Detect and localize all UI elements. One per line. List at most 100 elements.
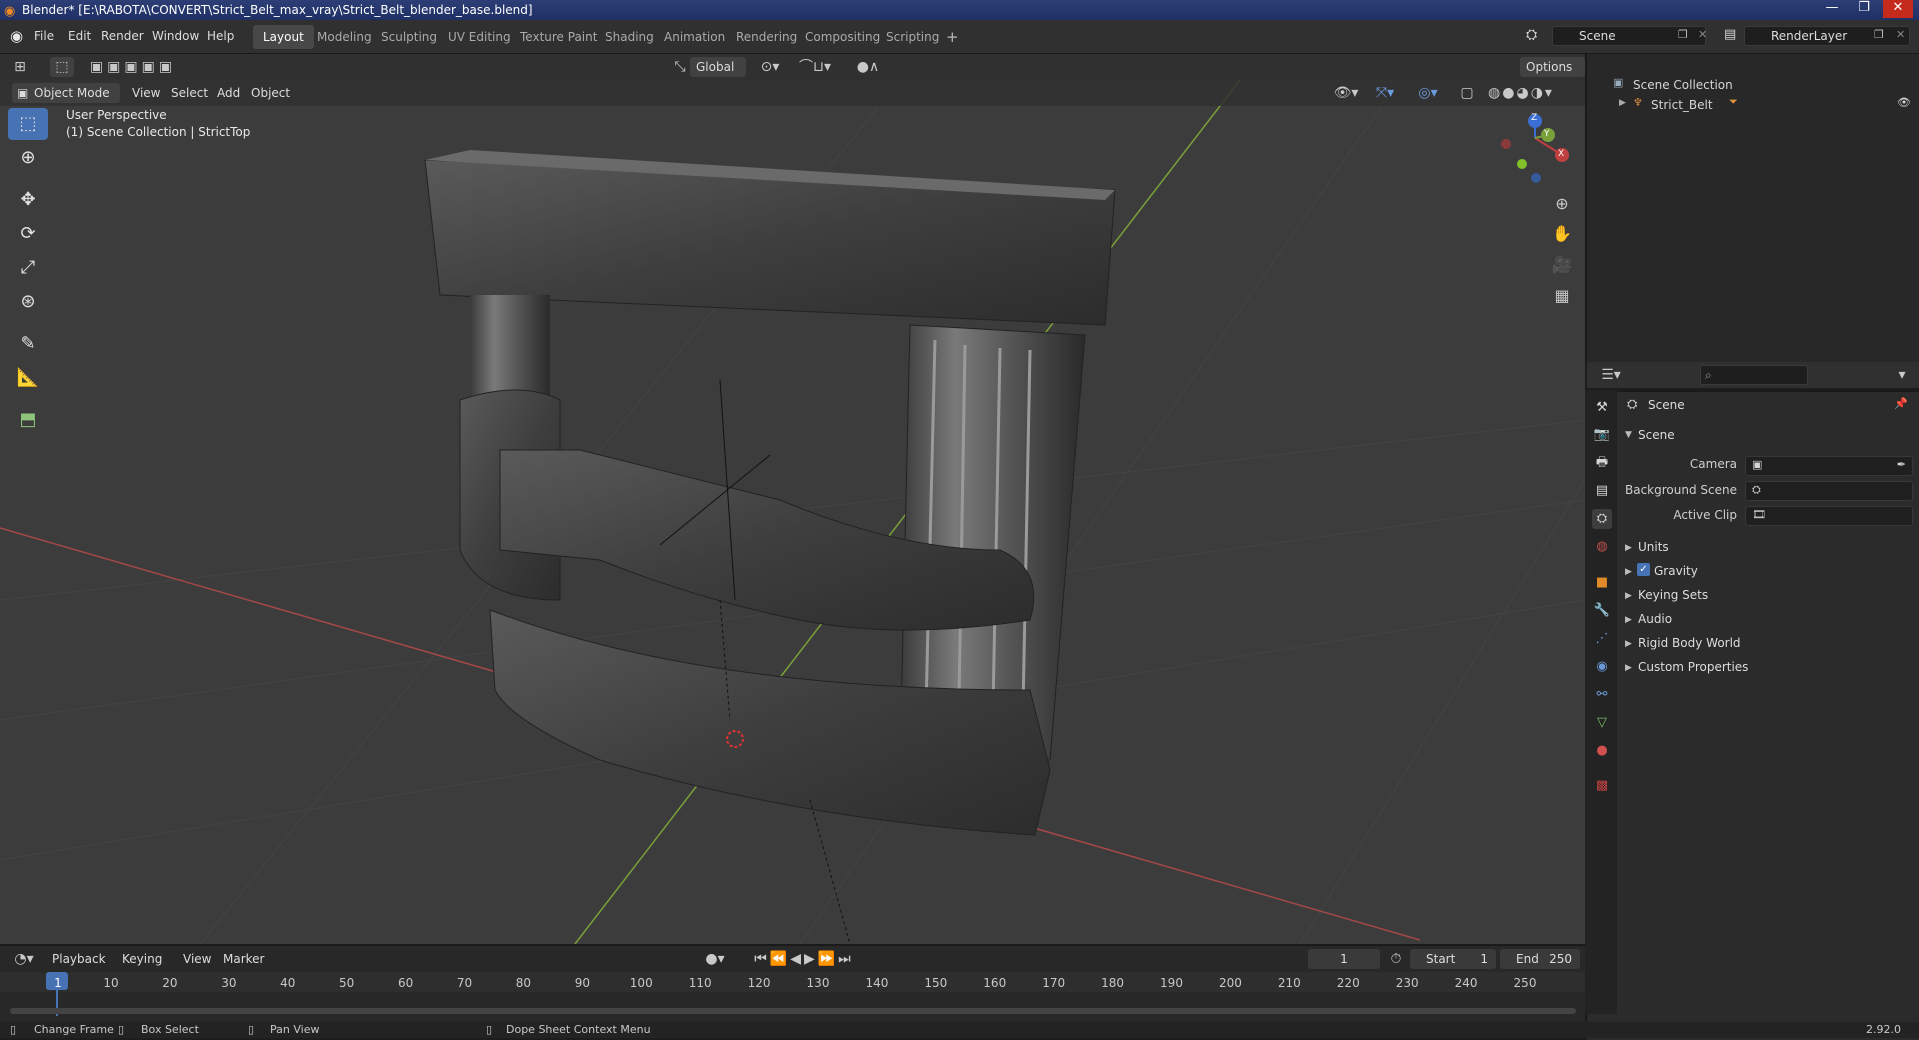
xray-toggle-icon[interactable]: ▢	[1458, 83, 1476, 103]
world-tab-icon[interactable]: ◍	[1592, 537, 1612, 557]
options-button[interactable]: Options ▾	[1520, 57, 1585, 94]
gravity-panel[interactable]: Gravity	[1654, 564, 1698, 578]
physics-tab-icon[interactable]: ◉	[1592, 657, 1612, 677]
data-tab-icon[interactable]: ▽	[1592, 713, 1612, 733]
viewport-menu-select[interactable]: Select	[171, 86, 208, 100]
select-box-tool-icon[interactable]: ⬚	[8, 108, 48, 140]
tab-layout[interactable]: Layout	[253, 25, 314, 49]
annotate-tool-icon[interactable]: ✎	[8, 328, 48, 360]
rigid-body-world-panel[interactable]: Rigid Body World	[1638, 636, 1741, 650]
object-tab-icon[interactable]: ■	[1592, 573, 1612, 593]
render-layer-icon[interactable]: ▤	[1724, 27, 1736, 42]
delete-scene-icon[interactable]: ✕	[1698, 28, 1707, 41]
add-workspace-icon[interactable]: +	[946, 28, 959, 46]
toolbox: ⬚ ⊕ ✥ ⟳ ⤢ ⊛ ✎ 📐 ⬒	[8, 108, 48, 448]
properties-editor-type-icon[interactable]: ☰▾	[1597, 365, 1625, 385]
modifier-tab-icon[interactable]: 🔧	[1592, 601, 1612, 621]
tab-texture-paint[interactable]: Texture Paint	[510, 25, 607, 49]
texture-tab-icon[interactable]: ▩	[1592, 776, 1612, 796]
constraints-tab-icon[interactable]: ⚯	[1592, 685, 1612, 705]
gravity-expand-icon[interactable]: ▶	[1625, 567, 1632, 577]
visibility-icon[interactable]: 👁▾	[1332, 83, 1360, 103]
menu-help[interactable]: Help	[207, 29, 234, 43]
audio-expand-icon[interactable]: ▶	[1625, 615, 1632, 625]
perspective-toggle-icon[interactable]: ▦	[1550, 286, 1574, 306]
maximize-button[interactable]: ❐	[1849, 0, 1879, 18]
camera-field[interactable]: ▣ ✒	[1745, 456, 1913, 476]
audio-panel[interactable]: Audio	[1638, 612, 1672, 626]
version-label: 2.92.0	[1866, 1023, 1901, 1036]
menu-edit[interactable]: Edit	[68, 29, 91, 43]
outliner-root-label[interactable]: Scene Collection	[1633, 78, 1733, 92]
new-render-layer-icon[interactable]: ❐	[1874, 28, 1884, 41]
active-clip-field[interactable]: 🎞	[1745, 506, 1913, 526]
render-tab-icon[interactable]: 📷	[1592, 425, 1612, 445]
outliner-item-strict-belt[interactable]: Strict_Belt	[1651, 98, 1713, 112]
tab-scripting[interactable]: Scripting	[876, 25, 949, 49]
camera-view-icon[interactable]: 🎥	[1550, 255, 1574, 275]
keying-sets-expand-icon[interactable]: ▶	[1625, 591, 1632, 601]
3d-viewport[interactable]: User Perspective (1) Scene Collection | …	[0, 80, 1585, 944]
proportional-edit-icon[interactable]: ●∧	[848, 57, 888, 77]
menu-window[interactable]: Window	[152, 29, 199, 43]
custom-properties-expand-icon[interactable]: ▶	[1625, 663, 1632, 673]
minimize-button[interactable]: —	[1817, 0, 1847, 18]
expand-arrow-icon[interactable]: ▶	[1619, 98, 1626, 108]
select-tool-icon[interactable]: ⬚	[50, 57, 74, 77]
move-tool-icon[interactable]: ✥	[8, 184, 48, 216]
cursor-tool-icon[interactable]: ⊕	[8, 142, 48, 174]
tab-uv-editing[interactable]: UV Editing	[438, 25, 521, 49]
blender-menu-icon[interactable]: ◉	[10, 27, 23, 45]
scene-tab-icon[interactable]: ⛭	[1592, 509, 1612, 529]
keying-sets-panel[interactable]: Keying Sets	[1638, 588, 1708, 602]
gravity-checkbox[interactable]: ✓	[1637, 563, 1650, 576]
tab-sculpting[interactable]: Sculpting	[371, 25, 447, 49]
transform-orientation-dropdown[interactable]: Global ▾	[690, 57, 746, 94]
transform-tool-icon[interactable]: ⊛	[8, 286, 48, 318]
measure-tool-icon[interactable]: 📐	[8, 362, 48, 394]
editor-type-icon[interactable]: ⊞	[8, 57, 32, 77]
pin-icon[interactable]: 📌	[1894, 397, 1908, 410]
particles-tab-icon[interactable]: ⋰	[1592, 629, 1612, 649]
viewport-menu-add[interactable]: Add	[217, 86, 240, 100]
rotate-tool-icon[interactable]: ⟳	[8, 218, 48, 250]
timeline-scrollbar[interactable]	[10, 1008, 1576, 1014]
custom-properties-panel[interactable]: Custom Properties	[1638, 660, 1748, 674]
properties-search-input[interactable]: ⌕	[1700, 365, 1808, 385]
output-tab-icon[interactable]: 🖶	[1592, 453, 1612, 473]
visibility-eye-icon[interactable]: 👁	[1897, 96, 1911, 109]
tool-tab-icon[interactable]: ⚒	[1592, 398, 1612, 418]
pivot-point-icon[interactable]: ⊙▾	[755, 57, 785, 77]
render-layer-field[interactable]: RenderLayer	[1744, 26, 1910, 46]
viewport-menu-object[interactable]: Object	[251, 86, 290, 100]
viewport-menu-view[interactable]: View	[132, 86, 160, 100]
overlays-toggle-icon[interactable]: ◎▾	[1412, 83, 1444, 103]
view-layer-tab-icon[interactable]: ▤	[1592, 481, 1612, 501]
properties-options-icon[interactable]: ▾	[1892, 365, 1912, 385]
background-scene-field[interactable]: ⛭	[1745, 481, 1913, 501]
units-expand-icon[interactable]: ▶	[1625, 543, 1632, 553]
scale-tool-icon[interactable]: ⤢	[8, 252, 48, 284]
menu-render[interactable]: Render	[101, 29, 144, 43]
scene-icon[interactable]: ⛭	[1526, 27, 1537, 43]
pan-hand-icon[interactable]: ✋	[1550, 224, 1574, 244]
navigation-gizmo[interactable]: Z X Y	[1490, 108, 1570, 188]
material-tab-icon[interactable]: ●	[1592, 741, 1612, 761]
delete-render-layer-icon[interactable]: ✕	[1896, 28, 1905, 41]
menu-file[interactable]: File	[34, 29, 54, 43]
add-cube-tool-icon[interactable]: ⬒	[8, 404, 48, 436]
rigid-body-expand-icon[interactable]: ▶	[1625, 639, 1632, 649]
object-mode-dropdown[interactable]: ▣Object Mode ▾	[12, 83, 120, 120]
close-button[interactable]: ✕	[1883, 0, 1913, 18]
selection-mode-icons[interactable]: ▣▣▣▣▣	[88, 57, 178, 77]
section-collapse-icon[interactable]: ▼	[1625, 430, 1632, 440]
units-panel[interactable]: Units	[1638, 540, 1669, 554]
tab-animation[interactable]: Animation	[654, 25, 735, 49]
new-scene-icon[interactable]: ❐	[1678, 28, 1688, 41]
eyedropper-icon[interactable]: ✒	[1897, 458, 1906, 471]
shading-mode-icons[interactable]: ◍●◕◑▾	[1482, 83, 1560, 103]
gizmo-toggle-icon[interactable]: ⤧▾	[1370, 83, 1400, 103]
scene-section-header[interactable]: Scene	[1638, 428, 1675, 442]
snap-icon[interactable]: ⌒⊔▾	[790, 57, 840, 77]
zoom-icon[interactable]: ⊕	[1550, 194, 1574, 214]
